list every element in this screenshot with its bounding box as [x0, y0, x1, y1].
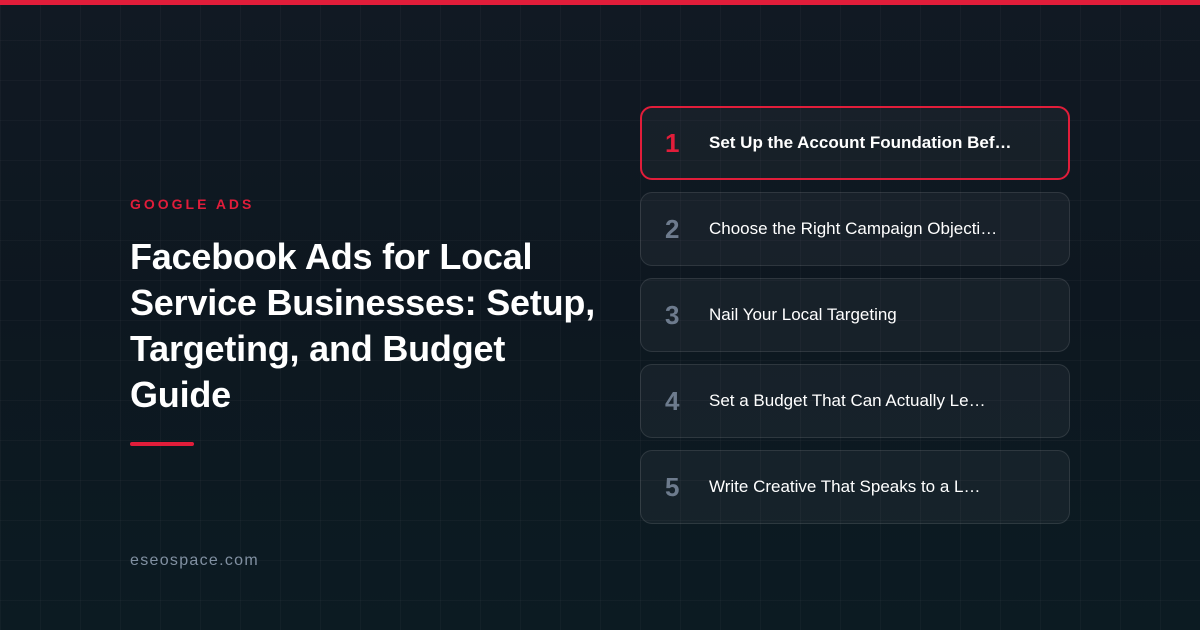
step-number: 5: [665, 472, 680, 502]
step-label: Set a Budget That Can Actually Le…: [709, 391, 986, 410]
step-item-1[interactable]: 1 Set Up the Account Foundation Bef…: [640, 106, 1070, 180]
page-title: Facebook Ads for Local Service Businesse…: [130, 236, 596, 415]
step-number: 2: [665, 214, 680, 244]
step-label: Choose the Right Campaign Objecti…: [709, 219, 998, 238]
step-item-2[interactable]: 2 Choose the Right Campaign Objecti…: [640, 192, 1070, 266]
step-number: 3: [665, 300, 680, 330]
step-label: Set Up the Account Foundation Bef…: [709, 133, 1012, 152]
step-item-4[interactable]: 4 Set a Budget That Can Actually Le…: [640, 364, 1070, 438]
title-underline: [130, 442, 194, 446]
category-label: GOOGLE ADS: [130, 196, 255, 212]
step-number: 4: [665, 386, 680, 416]
step-label: Write Creative That Speaks to a L…: [709, 477, 981, 496]
article-intro: GOOGLE ADS Facebook Ads for Local Servic…: [130, 0, 600, 630]
step-item-3[interactable]: 3 Nail Your Local Targeting: [640, 278, 1070, 352]
step-label: Nail Your Local Targeting: [709, 305, 897, 324]
step-item-5[interactable]: 5 Write Creative That Speaks to a L…: [640, 450, 1070, 524]
site-domain: eseospace.com: [130, 552, 259, 569]
step-list: 1 Set Up the Account Foundation Bef… 2 C…: [640, 106, 1070, 536]
step-number: 1: [665, 128, 680, 158]
